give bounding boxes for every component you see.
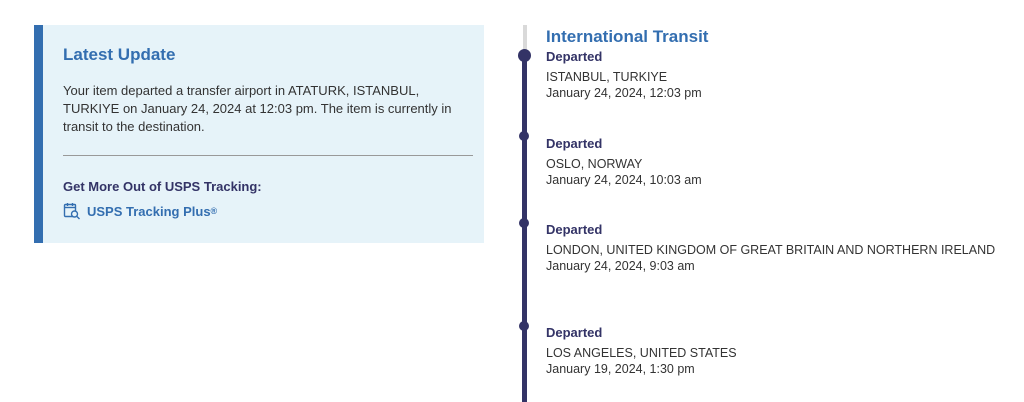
latest-update-card: Latest Update Your item departed a trans… [34,25,484,243]
timeline-dot [519,321,529,331]
event-location: OSLO, NORWAY [546,157,643,171]
timeline-dot [519,131,529,141]
timeline-line [522,57,527,402]
event-location: LONDON, UNITED KINGDOM OF GREAT BRITAIN … [546,243,996,257]
event-time: January 24, 2024, 9:03 am [546,259,695,273]
tracking-event: Departed ISTANBUL, TURKIYE January 24, 2… [546,49,996,101]
timeline-current-dot [518,49,531,62]
divider [63,155,473,156]
event-time: January 19, 2024, 1:30 pm [546,362,695,376]
latest-update-title: Latest Update [63,45,176,64]
tracking-event: Departed LONDON, UNITED KINGDOM OF GREAT… [546,222,996,274]
latest-update-text: Your item departed a transfer airport in… [63,83,452,134]
event-status: Departed [546,49,603,64]
tracking-event: Departed LOS ANGELES, UNITED STATES Janu… [546,325,996,377]
event-location: ISTANBUL, TURKIYE [546,70,668,84]
more-tracking-label: Get More Out of USPS Tracking: [63,179,262,194]
timeline-dot [519,218,529,228]
event-time: January 24, 2024, 12:03 pm [546,86,702,100]
event-status: Departed [546,325,603,340]
event-status: Departed [546,136,603,151]
event-location: LOS ANGELES, UNITED STATES [546,346,737,360]
usps-tracking-plus-label: USPS Tracking Plus [87,203,211,219]
event-status: Departed [546,222,603,237]
international-transit-title: International Transit [546,27,709,46]
event-time: January 24, 2024, 10:03 am [546,173,702,187]
calendar-search-icon [63,202,81,220]
tracking-event: Departed OSLO, NORWAY January 24, 2024, … [546,136,996,188]
usps-tracking-plus-link[interactable]: USPS Tracking Plus ® [63,202,217,220]
